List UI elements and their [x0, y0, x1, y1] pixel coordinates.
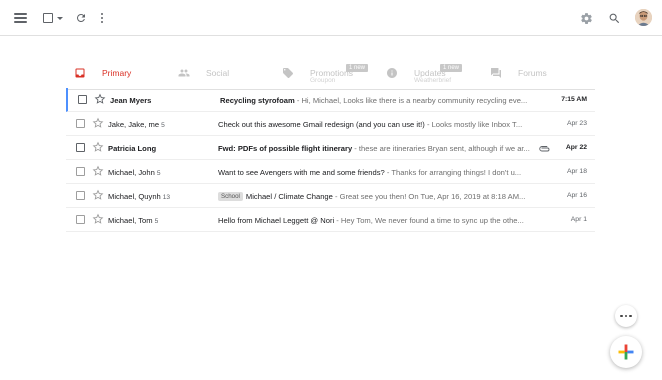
thread-count: 5 — [156, 170, 161, 177]
email-content: Want to see Avengers with me and some fr… — [218, 168, 536, 177]
label-chip[interactable]: School — [218, 192, 243, 201]
sender-text: Jake, Jake, me — [108, 120, 160, 129]
chevron-down-icon — [57, 16, 63, 20]
tab-sublabel: Groupon — [310, 77, 336, 84]
more-vert-icon[interactable] — [96, 13, 108, 23]
compose-button[interactable] — [610, 336, 642, 368]
search-icon[interactable] — [606, 9, 622, 27]
tab-sublabel: Weatherbrief — [414, 77, 452, 84]
sender-name: Michael, John 5 — [108, 168, 212, 177]
email-subject: Check out this awesome Gmail redesign (a… — [218, 120, 425, 129]
star-icon[interactable] — [94, 93, 106, 105]
row-checkbox[interactable] — [76, 167, 85, 176]
inbox-icon — [75, 68, 85, 78]
email-subject: Want to see Avengers with me and some fr… — [218, 168, 385, 177]
row-checkbox[interactable] — [76, 119, 85, 128]
email-date: Apr 23 — [566, 120, 587, 127]
thread-count: 5 — [161, 122, 165, 129]
star-icon[interactable] — [92, 165, 104, 177]
email-date: Apr 1 — [570, 216, 587, 223]
sender-name: Patricia Long — [108, 144, 212, 153]
email-date: Apr 22 — [565, 144, 587, 151]
email-snippet: - Thanks for arranging things! I don't u… — [384, 168, 522, 177]
category-tabs: Primary Social Promotions 1 new Groupon … — [66, 58, 595, 90]
star-icon[interactable] — [92, 213, 104, 225]
sender-name: Michael, Quynh 13 — [108, 192, 212, 201]
sender-text: Michael, Quynh — [108, 192, 161, 201]
tab-label: Social — [206, 68, 230, 78]
star-icon[interactable] — [92, 189, 104, 201]
email-row[interactable]: Jean Myers Recycling styrofoam - Hi, Mic… — [66, 88, 595, 112]
new-badge: 1 new — [346, 64, 369, 72]
email-content: School Michael / Climate Change - Great s… — [218, 192, 536, 201]
email-row[interactable]: Patricia Long Fwd: PDFs of possible flig… — [66, 136, 595, 160]
tag-icon — [283, 68, 293, 78]
email-snippet: - Looks mostly like Inbox T... — [424, 120, 523, 129]
sender-name: Jake, Jake, me 5 — [108, 120, 212, 129]
star-icon[interactable] — [92, 141, 104, 153]
hamburger-icon[interactable] — [13, 13, 27, 23]
compose-plus-icon — [618, 344, 634, 360]
row-checkbox[interactable] — [76, 143, 85, 152]
new-badge: 1 new — [440, 64, 463, 72]
more-actions-button[interactable] — [615, 305, 637, 327]
email-date: 7:15 AM — [561, 96, 587, 103]
row-checkbox[interactable] — [76, 191, 85, 200]
email-content: Recycling styrofoam - Hi, Michael, Looks… — [220, 96, 538, 105]
info-icon — [387, 68, 397, 78]
email-content: Hello from Michael Leggett @ Nori - Hey … — [218, 216, 536, 225]
email-row[interactable]: Michael, John 5 Want to see Avengers with… — [66, 160, 595, 184]
sender-text: Jean Myers — [110, 96, 152, 105]
row-checkbox[interactable] — [78, 95, 87, 104]
tab-label: Primary — [102, 68, 132, 78]
forum-icon — [491, 68, 501, 78]
email-snippet: - Great see you then! On Tue, Apr 16, 20… — [332, 192, 526, 201]
sender-name: Michael, Tom 5 — [108, 216, 212, 225]
thread-count: 5 — [154, 218, 159, 225]
email-content: Fwd: PDFs of possible flight itinerary -… — [218, 144, 536, 153]
toolbar — [0, 0, 662, 36]
sender-text: Michael, John — [108, 168, 155, 177]
star-icon[interactable] — [92, 117, 104, 129]
tab-label: Forums — [518, 68, 547, 78]
people-icon — [178, 69, 190, 77]
select-all-checkbox[interactable] — [42, 9, 64, 27]
sender-text: Michael, Tom — [108, 216, 153, 225]
email-date: Apr 18 — [566, 168, 587, 175]
checkbox-icon — [43, 13, 53, 23]
email-row[interactable]: Michael, Tom 5 Hello from Michael Leggett… — [66, 208, 595, 232]
email-snippet: - Hey Tom, We never found a time to sync… — [334, 216, 524, 225]
thread-count: 13 — [162, 194, 171, 201]
email-subject: Michael / Climate Change — [245, 192, 333, 201]
more-horiz-icon — [620, 314, 623, 318]
sender-text: Patricia Long — [108, 144, 157, 153]
avatar[interactable] — [635, 9, 652, 26]
sender-name: Jean Myers — [110, 96, 214, 105]
email-subject: Fwd: PDFs of possible flight itinerary — [218, 144, 353, 153]
email-row[interactable]: Jake, Jake, me 5 Check out this awesome G… — [66, 112, 595, 136]
refresh-icon[interactable] — [73, 9, 89, 27]
email-snippet: - Hi, Michael, Looks like there is a nea… — [294, 96, 528, 105]
row-checkbox[interactable] — [76, 215, 85, 224]
email-row[interactable]: Michael, Quynh 13 School Michael / Climate… — [66, 184, 595, 208]
tab-promotions[interactable]: Promotions 1 new Groupon — [282, 58, 382, 90]
email-subject: Recycling styrofoam — [220, 96, 295, 105]
tab-updates[interactable]: Updates 1 new Weatherbrief — [386, 58, 486, 90]
email-subject: Hello from Michael Leggett @ Nori — [218, 216, 335, 225]
tab-social[interactable]: Social — [178, 58, 278, 90]
gear-icon[interactable] — [578, 9, 594, 27]
email-content: Check out this awesome Gmail redesign (a… — [218, 120, 536, 129]
email-snippet: - these are itineraries Bryan sent, alth… — [352, 144, 530, 153]
tab-primary[interactable]: Primary — [74, 58, 174, 90]
email-date: Apr 16 — [566, 192, 587, 199]
tab-forums[interactable]: Forums — [490, 58, 590, 90]
attachment-icon — [539, 146, 550, 152]
